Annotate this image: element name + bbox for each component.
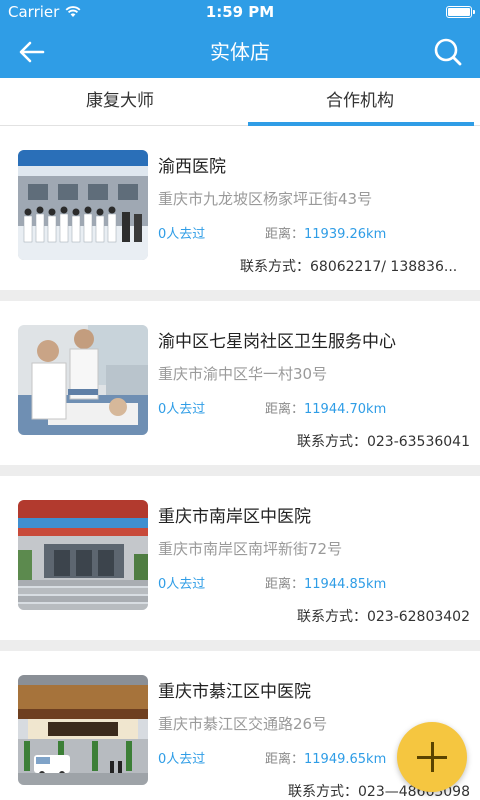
distance-value: 11944.70km [304, 402, 387, 417]
distance-label: 距离： [265, 402, 305, 417]
visit-count: 0人去过 [158, 402, 206, 417]
tab-bar: 康复大师 合作机构 [0, 78, 480, 126]
search-icon[interactable] [432, 36, 464, 68]
page-title: 实体店 [210, 40, 270, 64]
store-address: 重庆市南岸区南坪新街72号 [158, 540, 343, 558]
distance-label: 距离： [265, 227, 305, 242]
store-address: 重庆市九龙坡区杨家坪正街43号 [158, 190, 373, 208]
store-photo [18, 150, 148, 260]
store-photo [18, 500, 148, 610]
battery-icon [446, 6, 475, 18]
tab-partner-institutions[interactable]: 合作机构 [240, 78, 480, 126]
list-item[interactable]: 重庆市南岸区中医院 重庆市南岸区南坪新街72号 0人去过 距离：11944.85… [0, 476, 480, 640]
distance: 距离：11944.85km [265, 573, 386, 592]
distance-label: 距离： [265, 752, 305, 767]
store-name: 重庆市綦江区中医院 [158, 682, 311, 702]
distance-value: 11939.26km [304, 227, 387, 242]
distance: 距离：11939.26km [265, 223, 386, 242]
contact-phone[interactable]: 联系方式：023-62803402 [297, 606, 470, 626]
distance-value: 11944.85km [304, 577, 387, 592]
store-address: 重庆市渝中区华一村30号 [158, 365, 328, 383]
list-item[interactable]: 渝西医院 重庆市九龙坡区杨家坪正街43号 0人去过 距离：11939.26km … [0, 126, 480, 290]
store-name: 渝西医院 [158, 157, 226, 177]
store-address: 重庆市綦江区交通路26号 [158, 715, 328, 733]
distance-value: 11949.65km [304, 752, 387, 767]
distance: 距离：11949.65km [265, 748, 386, 767]
contact-phone[interactable]: 联系方式：023-63536041 [297, 431, 470, 451]
add-button[interactable] [397, 722, 467, 792]
list-item[interactable]: 渝中区七星岗社区卫生服务中心 重庆市渝中区华一村30号 0人去过 距离：1194… [0, 301, 480, 465]
nav-bar: 实体店 [0, 24, 480, 78]
distance-label: 距离： [265, 577, 305, 592]
store-photo [18, 325, 148, 435]
tab-rehab-master[interactable]: 康复大师 [0, 78, 240, 126]
contact-phone[interactable]: 联系方式：68062217/ 138836... [240, 256, 470, 276]
visit-count: 0人去过 [158, 752, 206, 767]
store-name: 重庆市南岸区中医院 [158, 507, 311, 527]
store-photo [18, 675, 148, 785]
status-time: 1:59 PM [205, 3, 275, 21]
status-bar: Carrier 1:59 PM [0, 0, 480, 24]
distance: 距离：11944.70km [265, 398, 386, 417]
visit-count: 0人去过 [158, 227, 206, 242]
store-name: 渝中区七星岗社区卫生服务中心 [158, 332, 396, 352]
visit-count: 0人去过 [158, 577, 206, 592]
